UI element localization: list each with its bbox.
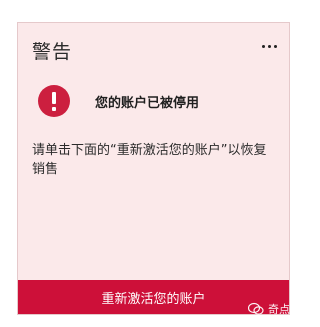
warning-card: 警告 您的账户已被停用 请单击下面的“重新激活您的账户”以恢复销售 重新激活您的… bbox=[17, 22, 290, 315]
alert-row: 您的账户已被停用 bbox=[38, 85, 199, 117]
instruction-text: 请单击下面的“重新激活您的账户”以恢复销售 bbox=[32, 143, 267, 177]
more-options-icon[interactable] bbox=[262, 45, 277, 48]
exclamation-circle-icon bbox=[38, 85, 70, 117]
alert-message: 您的账户已被停用 bbox=[95, 95, 200, 111]
wechat-icon bbox=[248, 302, 264, 315]
card-title: 警告 bbox=[32, 41, 73, 63]
watermark-text: 奇点出海 bbox=[268, 303, 312, 316]
watermark: 奇点出海 bbox=[248, 301, 312, 317]
